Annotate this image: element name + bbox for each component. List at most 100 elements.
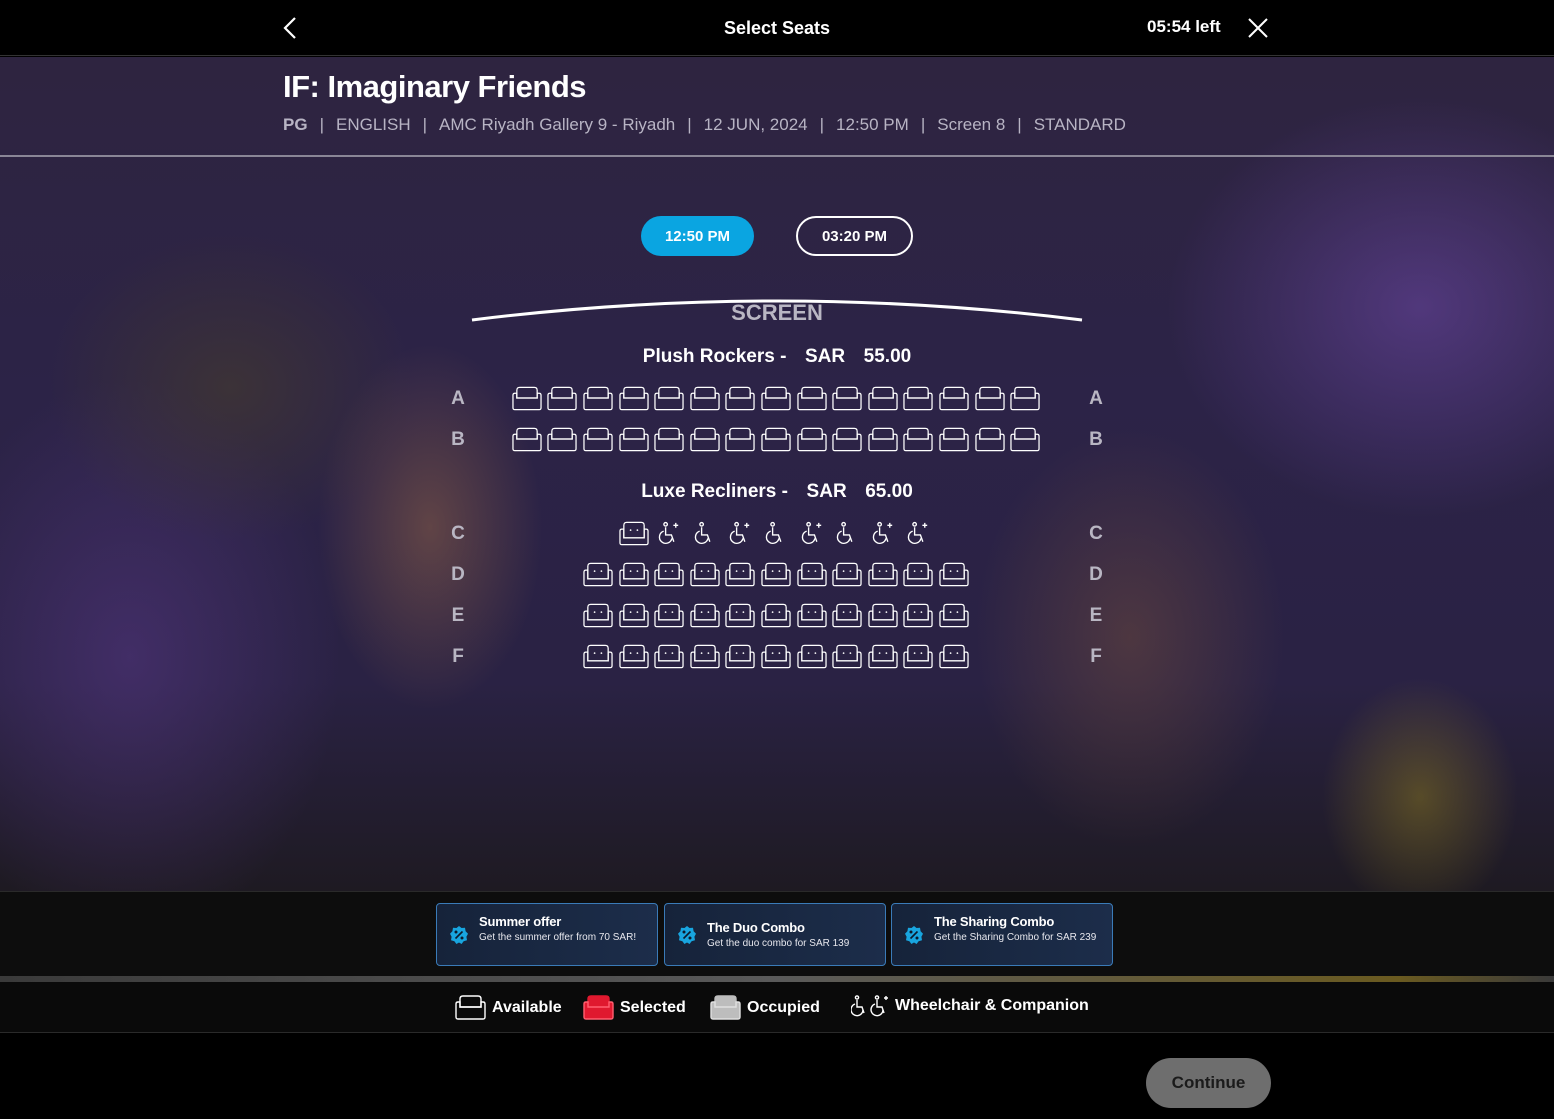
offer-card-summer[interactable]: Summer offer Get the summer offer from 7… — [436, 903, 658, 966]
seat-recliner-available[interactable] — [868, 603, 898, 629]
seat-available[interactable] — [512, 386, 542, 412]
row-label-left: B — [451, 429, 465, 450]
seat-recliner-available[interactable] — [903, 562, 934, 588]
continue-button[interactable]: Continue — [1146, 1058, 1271, 1108]
meta-separator: | — [687, 115, 692, 134]
seat-available[interactable] — [618, 386, 649, 412]
discount-icon — [450, 926, 468, 944]
wheelchair-seat-icon[interactable] — [832, 521, 862, 547]
seat-available[interactable] — [832, 427, 862, 453]
row-label-left: E — [451, 605, 465, 626]
legend-occupied: Occupied — [710, 995, 820, 1021]
seat-available[interactable] — [1010, 427, 1040, 453]
seat-available[interactable] — [583, 427, 613, 453]
seat-recliner-available[interactable] — [583, 603, 613, 629]
showtime-button-selected[interactable]: 12:50 PM — [641, 216, 754, 256]
seat-recliner-available[interactable] — [832, 644, 862, 670]
offer-card-sharing-combo[interactable]: The Sharing Combo Get the Sharing Combo … — [891, 903, 1113, 966]
seat-recliner-available[interactable] — [725, 644, 756, 670]
wheelchair-seat-icon[interactable] — [761, 521, 791, 547]
seat-recliner-available[interactable] — [654, 644, 684, 670]
close-icon[interactable] — [1246, 16, 1270, 40]
seat-available[interactable] — [974, 386, 1005, 412]
offer-card-duo-combo[interactable]: The Duo Combo Get the duo combo for SAR … — [664, 903, 886, 966]
seat-recliner-available[interactable] — [690, 644, 720, 670]
wheelchair-seat-icon[interactable] — [797, 521, 827, 547]
row-label-left: D — [451, 564, 465, 585]
row-label-left: C — [451, 523, 465, 544]
seat-available[interactable] — [868, 427, 898, 453]
wheelchair-seat-icon[interactable] — [903, 521, 933, 547]
seat-available[interactable] — [796, 386, 827, 412]
discount-icon — [905, 926, 923, 944]
seat-recliner-available[interactable] — [796, 603, 827, 629]
seat-recliner-available[interactable] — [725, 603, 756, 629]
seat-recliner-available[interactable] — [832, 562, 862, 588]
seat-available[interactable] — [654, 386, 684, 412]
meta-separator: | — [1017, 115, 1022, 134]
seat-available[interactable] — [796, 427, 827, 453]
seat-available[interactable] — [761, 386, 791, 412]
seat-recliner-available[interactable] — [618, 521, 649, 547]
seat-recliner-available[interactable] — [618, 644, 649, 670]
seat-recliner-available[interactable] — [618, 603, 649, 629]
seat-recliner-available[interactable] — [690, 603, 720, 629]
row-label-right: C — [1089, 523, 1103, 544]
seat-available[interactable] — [939, 386, 969, 412]
seat-recliner-available[interactable] — [939, 644, 969, 670]
seat-recliner-available[interactable] — [583, 562, 613, 588]
seat-available[interactable] — [690, 427, 720, 453]
seat-recliner-available[interactable] — [761, 562, 791, 588]
seat-recliner-available[interactable] — [868, 562, 898, 588]
seat-recliner-available[interactable] — [796, 644, 827, 670]
seat-available[interactable] — [547, 427, 578, 453]
seat-available[interactable] — [903, 386, 934, 412]
wheelchair-seat-icon[interactable] — [654, 521, 684, 547]
seat-available[interactable] — [832, 386, 862, 412]
offer-description: Get the Sharing Combo for SAR 239 — [934, 932, 1097, 943]
seat-available[interactable] — [725, 427, 756, 453]
showtime-button[interactable]: 03:20 PM — [796, 216, 913, 256]
seat-available[interactable] — [654, 427, 684, 453]
legend-label: Selected — [620, 999, 686, 1016]
seat-recliner-available[interactable] — [939, 603, 969, 629]
wheelchair-seat-icon[interactable] — [690, 521, 720, 547]
row-label-right: D — [1089, 564, 1103, 585]
seat-available[interactable] — [939, 427, 969, 453]
seat-available[interactable] — [1010, 386, 1040, 412]
seat-recliner-available[interactable] — [868, 644, 898, 670]
seat-available[interactable] — [618, 427, 649, 453]
seat-recliner-available[interactable] — [761, 603, 791, 629]
seat-available[interactable] — [725, 386, 756, 412]
row-label-right: B — [1089, 429, 1103, 450]
seat-available[interactable] — [690, 386, 720, 412]
seat-recliner-available[interactable] — [690, 562, 720, 588]
tier-price: 55.00 — [863, 346, 912, 367]
legend-label: Available — [492, 999, 562, 1016]
seat-recliner-available[interactable] — [618, 562, 649, 588]
seat-recliner-available[interactable] — [654, 603, 684, 629]
seat-recliner-available[interactable] — [796, 562, 827, 588]
seat-recliner-available[interactable] — [903, 644, 934, 670]
seat-recliner-available[interactable] — [761, 644, 791, 670]
seat-recliner-available[interactable] — [939, 562, 969, 588]
wheelchair-seat-icon[interactable] — [725, 521, 755, 547]
screen-label: SCREEN — [731, 300, 823, 325]
offer-description: Get the duo combo for SAR 139 — [707, 938, 850, 949]
seat-available[interactable] — [903, 427, 934, 453]
seat-available[interactable] — [512, 427, 542, 453]
seat-available[interactable] — [974, 427, 1005, 453]
seat-available[interactable] — [868, 386, 898, 412]
seat-recliner-available[interactable] — [832, 603, 862, 629]
wheelchair-seat-icon[interactable] — [868, 521, 898, 547]
seat-recliner-available[interactable] — [654, 562, 684, 588]
seat-available[interactable] — [547, 386, 578, 412]
seat-available[interactable] — [761, 427, 791, 453]
tier-currency: SAR — [804, 346, 846, 367]
seat-recliner-available[interactable] — [583, 644, 613, 670]
tier-name: Plush Rockers - — [642, 346, 787, 367]
seat-recliner-available[interactable] — [903, 603, 934, 629]
row-label-left: F — [452, 646, 464, 667]
seat-available[interactable] — [583, 386, 613, 412]
seat-recliner-available[interactable] — [725, 562, 756, 588]
